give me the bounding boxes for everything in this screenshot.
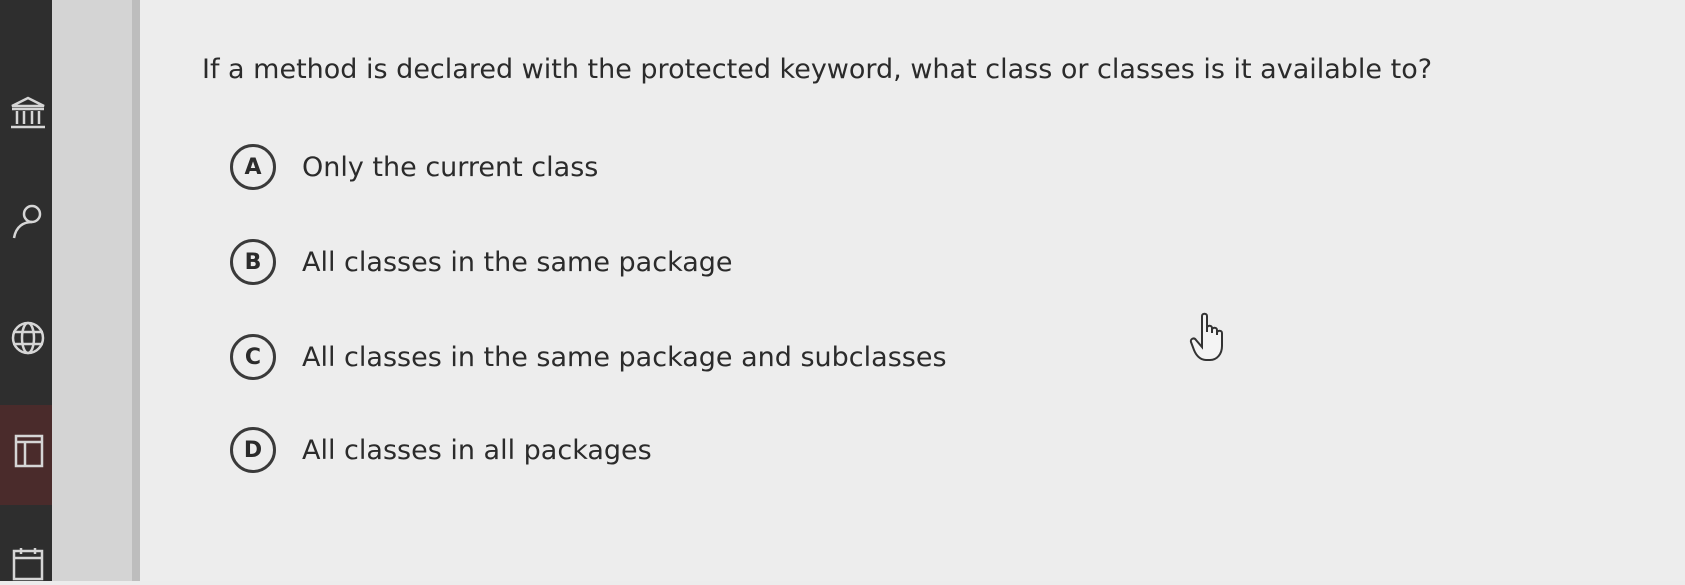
globe-icon[interactable] <box>8 318 48 358</box>
option-letter: D <box>230 427 276 473</box>
option-label: All classes in the same package <box>302 246 733 278</box>
sidebar-nav <box>0 0 52 581</box>
option-letter: A <box>230 144 276 190</box>
sidebar-gutter <box>52 0 132 581</box>
option-c[interactable]: C All classes in the same package and su… <box>230 332 947 382</box>
option-letter: C <box>230 334 276 380</box>
option-b[interactable]: B All classes in the same package <box>230 237 733 287</box>
option-d[interactable]: D All classes in all packages <box>230 425 652 475</box>
book-icon[interactable] <box>8 430 48 470</box>
hand-pointer-icon <box>1188 312 1228 364</box>
question-text: If a method is declared with the protect… <box>202 54 1433 85</box>
user-icon[interactable] <box>8 202 48 242</box>
institution-icon[interactable] <box>8 94 48 134</box>
calendar-icon[interactable] <box>8 545 48 585</box>
gutter-divider <box>132 0 140 581</box>
question-panel: If a method is declared with the protect… <box>140 0 1685 581</box>
option-label: Only the current class <box>302 151 599 183</box>
option-letter: B <box>230 239 276 285</box>
option-a[interactable]: A Only the current class <box>230 142 598 192</box>
option-label: All classes in all packages <box>302 434 652 466</box>
option-label: All classes in the same package and subc… <box>302 341 947 373</box>
